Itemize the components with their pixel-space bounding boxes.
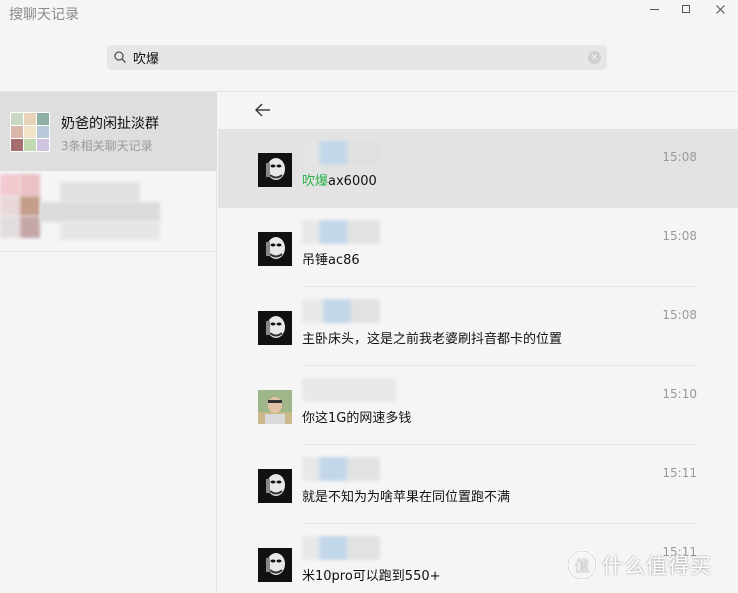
message-text: 吊锤ac86: [302, 249, 360, 268]
message-time: 15:11: [662, 466, 697, 480]
blurred-sender-name: [302, 299, 380, 323]
avatar: [258, 232, 292, 266]
message-row[interactable]: 你这1G的网速多钱 15:10: [218, 366, 738, 445]
blurred-sender-name: [302, 378, 397, 402]
smzdm-logo-glyph: 值: [574, 557, 589, 575]
conversation-list: 奶爸的闲扯淡群 3条相关聊天记录: [0, 92, 217, 593]
arrow-left-icon[interactable]: [253, 100, 273, 120]
avatar: [258, 153, 292, 187]
watermark-text: 什么值得买: [602, 554, 712, 578]
clear-icon[interactable]: ×: [588, 51, 601, 64]
title-bar: 搜聊天记录: [0, 0, 738, 28]
watermark: 值 什么值得买: [566, 548, 712, 582]
blurred-sender-name: [302, 141, 380, 165]
blurred-avatar: [20, 174, 40, 196]
blurred-sender-name: [302, 457, 380, 481]
message-text-rest: 吊锤ac86: [302, 253, 360, 268]
keyword-highlight: 吹爆: [302, 174, 329, 189]
blurred-sender-name: [302, 536, 380, 560]
message-time: 15:08: [662, 308, 697, 322]
conversation-name: 奶爸的闲扯淡群: [61, 116, 159, 132]
conversation-item[interactable]: 奶爸的闲扯淡群 3条相关聊天记录: [0, 92, 217, 171]
minimize-icon: [649, 8, 659, 10]
message-list: 吹爆ax6000 15:08 吊锤ac86 15:08 主卧床头，这是之前我老婆…: [218, 129, 738, 593]
blurred-avatar: [20, 216, 40, 238]
avatar: [258, 469, 292, 503]
blurred-conversation-item[interactable]: [0, 172, 217, 252]
message-text-rest: 就是不知为为啥苹果在同位置跑不满: [302, 490, 511, 505]
window-title: 搜聊天记录: [9, 7, 79, 23]
message-text: 你这1G的网速多钱: [302, 407, 411, 426]
message-text-rest: 主卧床头，这是之前我老婆刷抖音都卡的位置: [302, 332, 563, 347]
group-avatar: [10, 112, 50, 152]
message-text-rest: 你这1G的网速多钱: [302, 411, 412, 426]
close-icon: [715, 4, 725, 14]
message-row[interactable]: 吹爆ax6000 15:08: [218, 129, 738, 208]
message-text-rest: 米10pro可以跑到550+: [302, 569, 441, 584]
avatar: [258, 311, 292, 345]
message-time: 15:08: [662, 229, 697, 243]
blurred-name: [60, 182, 140, 202]
avatar: [258, 548, 292, 582]
maximize-button[interactable]: [672, 0, 700, 18]
search-bar[interactable]: ×: [107, 45, 607, 70]
smzdm-logo-icon: 值: [566, 549, 598, 581]
message-row[interactable]: 主卧床头，这是之前我老婆刷抖音都卡的位置 15:08: [218, 287, 738, 366]
conversation-match-count: 3条相关聊天记录: [61, 139, 153, 153]
message-row[interactable]: 就是不知为为啥苹果在同位置跑不满 15:11: [218, 445, 738, 524]
message-text-rest: ax6000: [328, 174, 377, 189]
message-time: 15:08: [662, 150, 697, 164]
blurred-avatar: [0, 174, 20, 196]
blurred-name: [40, 202, 160, 222]
avatar: [258, 390, 292, 424]
blurred-avatar: [20, 196, 40, 216]
blurred-subtitle: [60, 222, 160, 240]
message-row[interactable]: 吊锤ac86 15:08: [218, 208, 738, 287]
message-text: 吹爆ax6000: [302, 170, 377, 189]
message-text: 主卧床头，这是之前我老婆刷抖音都卡的位置: [302, 328, 562, 347]
message-text: 就是不知为为啥苹果在同位置跑不满: [302, 486, 510, 505]
search-input[interactable]: [133, 48, 573, 67]
list-divider: [0, 251, 217, 252]
close-button[interactable]: [706, 0, 734, 18]
message-text: 米10pro可以跑到550+: [302, 565, 441, 584]
blurred-sender-name: [302, 220, 380, 244]
search-icon: [114, 51, 126, 63]
minimize-button[interactable]: [640, 0, 668, 18]
message-time: 15:10: [662, 387, 697, 401]
blurred-avatar: [0, 216, 20, 238]
blurred-avatar: [0, 196, 20, 216]
maximize-icon: [682, 5, 690, 13]
message-results-panel: 吹爆ax6000 15:08 吊锤ac86 15:08 主卧床头，这是之前我老婆…: [218, 92, 738, 593]
